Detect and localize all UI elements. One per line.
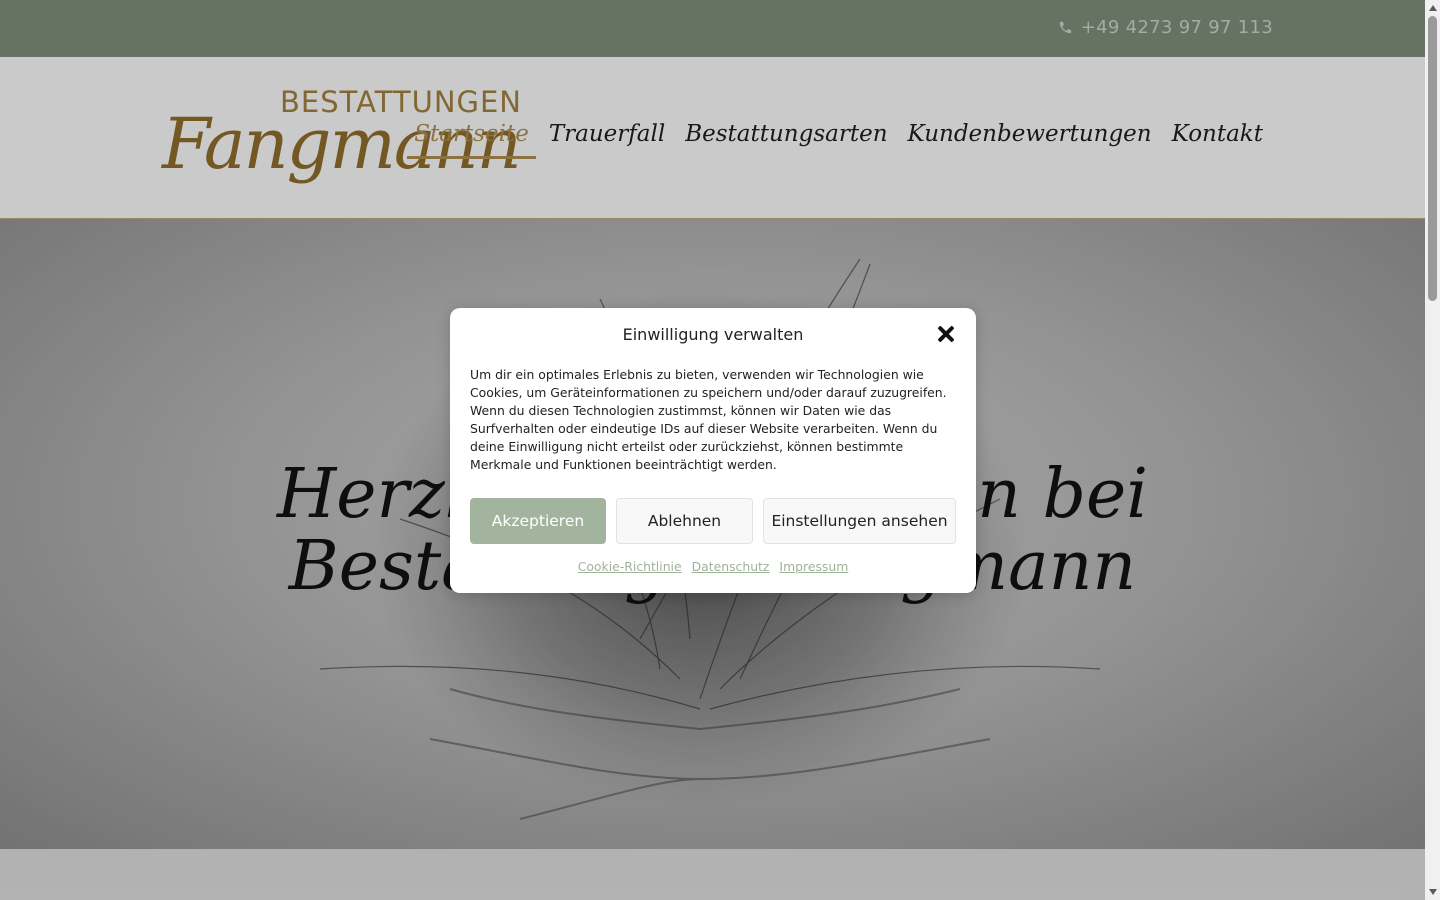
cookie-policy-link[interactable]: Cookie-Richtlinie xyxy=(578,559,682,574)
page: +49 4273 97 97 113 BESTATTUNGEN Fangmann… xyxy=(0,0,1425,900)
consent-text: Um dir ein optimales Erlebnis zu bieten,… xyxy=(470,367,947,472)
scroll-down-icon[interactable] xyxy=(1429,889,1437,895)
view-settings-button[interactable]: Einstellungen ansehen xyxy=(763,498,956,544)
accept-button[interactable]: Akzeptieren xyxy=(470,498,606,544)
consent-title: Einwilligung verwalten xyxy=(622,325,804,344)
scroll-thumb[interactable] xyxy=(1428,16,1437,301)
deny-button[interactable]: Ablehnen xyxy=(616,498,753,544)
privacy-link[interactable]: Datenschutz xyxy=(692,559,770,574)
consent-dialog: Einwilligung verwalten Um dir ein optima… xyxy=(450,308,976,593)
consent-buttons: Akzeptieren Ablehnen Einstellungen anseh… xyxy=(470,498,956,544)
consent-links: Cookie-Richtlinie Datenschutz Impressum xyxy=(450,559,976,574)
scrollbar[interactable] xyxy=(1425,0,1440,900)
imprint-link[interactable]: Impressum xyxy=(779,559,848,574)
close-icon[interactable] xyxy=(937,325,955,343)
scroll-up-icon[interactable] xyxy=(1429,5,1437,11)
